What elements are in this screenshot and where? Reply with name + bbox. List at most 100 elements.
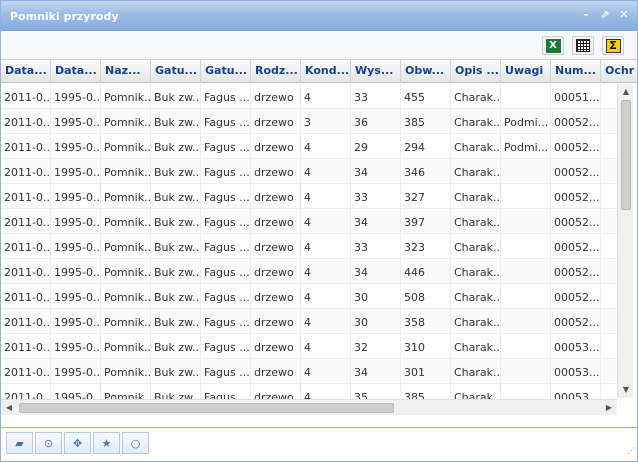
table-cell: Fagus ... (201, 184, 251, 208)
table-cell: Podmi... (501, 109, 551, 133)
column-header[interactable]: Wys... (351, 60, 401, 83)
minimize-icon[interactable]: – (579, 8, 593, 22)
column-header[interactable]: Ochr (601, 60, 637, 83)
table-cell: 323 (401, 234, 451, 258)
horizontal-scroll-thumb[interactable] (19, 403, 394, 413)
grid-body: 2011-0... 1995-0... Pomnik... Buk zw... Fagu… (1, 84, 617, 399)
columns-button[interactable] (572, 36, 594, 55)
table-cell: 1995-0... (51, 134, 101, 158)
table-cell: 2011-0... (1, 259, 51, 283)
scroll-down-icon[interactable]: ▼ (621, 385, 631, 395)
table-cell: Buk zw (151, 384, 201, 399)
window-controls: – ⇗ ✕ (579, 8, 631, 22)
horizontal-scrollbar[interactable]: ◀ ▶ (1, 399, 617, 415)
table-cell: Buk zw... (151, 234, 201, 258)
table-row[interactable]: 2011-0... 1995-0... Pomnik... Buk zw... Fagu… (1, 134, 617, 159)
circle-button[interactable]: ○ (122, 432, 149, 454)
column-header[interactable]: Kond... (301, 60, 351, 83)
table-cell: 34 (351, 209, 401, 233)
scroll-right-icon[interactable]: ▶ (604, 403, 614, 413)
popout-icon[interactable]: ⇗ (598, 8, 612, 22)
table-cell: 00053... (551, 359, 601, 383)
table-cell: drzewo (251, 384, 301, 399)
table-row[interactable]: 2011-0... 1995-0... Pomnik... Buk zw... Fagu… (1, 309, 617, 334)
open-folder-button[interactable]: ▰ (6, 432, 33, 454)
table-cell: 00051... (551, 84, 601, 108)
table-cell: 4 (301, 309, 351, 333)
table-cell: 301 (401, 359, 451, 383)
table-cell: Fagus ... (201, 84, 251, 108)
table-cell: Charak... (451, 209, 501, 233)
table-row[interactable]: 2011-0 1995-0 Pomnik Buk zw Fagus drzewo 4 35 38… (1, 384, 617, 399)
table-row[interactable]: 2011-0... 1995-0... Pomnik... Buk zw... Fagu… (1, 84, 617, 109)
summary-button[interactable]: Σ (602, 36, 624, 55)
table-cell: 3 (301, 109, 351, 133)
column-header[interactable]: Opis ... (451, 60, 501, 83)
column-header[interactable]: Gatu... (201, 60, 251, 83)
table-cell: Pomnik... (101, 259, 151, 283)
scroll-up-icon[interactable]: ▲ (621, 87, 631, 97)
move-button[interactable]: ✥ (64, 432, 91, 454)
vertical-scrollbar[interactable]: ▲ ▼ (617, 84, 633, 398)
table-cell: 1995-0... (51, 84, 101, 108)
table-cell: Charak... (451, 84, 501, 108)
resize-handle-icon[interactable]: ⋰ (627, 447, 635, 455)
column-header[interactable]: Rodz... (251, 60, 301, 83)
titlebar[interactable]: Pomniki przyrody – ⇗ ✕ (1, 1, 637, 31)
vertical-scroll-thumb[interactable] (621, 100, 631, 210)
export-excel-button[interactable]: X (542, 36, 564, 55)
column-header[interactable]: Num... (551, 60, 601, 83)
column-header[interactable]: Gatu... (151, 60, 201, 83)
table-cell (601, 284, 617, 308)
column-header[interactable]: Data... (51, 60, 101, 83)
table-cell: 2011-0... (1, 234, 51, 258)
table-cell: Pomnik... (101, 209, 151, 233)
scroll-left-icon[interactable]: ◀ (4, 403, 14, 413)
table-cell: 4 (301, 234, 351, 258)
table-row[interactable]: 2011-0... 1995-0... Pomnik... Buk zw... Fagu… (1, 284, 617, 309)
table-cell: 1995-0... (51, 334, 101, 358)
table-cell: Charak... (451, 184, 501, 208)
table-cell: drzewo (251, 259, 301, 283)
table-cell: 2011-0... (1, 84, 51, 108)
table-cell: 34 (351, 359, 401, 383)
table-cell: Charak... (451, 134, 501, 158)
table-row[interactable]: 2011-0... 1995-0... Pomnik... Buk zw... Fagu… (1, 184, 617, 209)
table-cell: 2011-0... (1, 134, 51, 158)
table-cell: 36 (351, 109, 401, 133)
column-header[interactable]: Uwagi (501, 60, 551, 83)
magnifier-icon: ⊙ (43, 436, 54, 450)
close-icon[interactable]: ✕ (617, 8, 631, 22)
table-row[interactable]: 2011-0... 1995-0... Pomnik... Buk zw... Fagu… (1, 359, 617, 384)
table-cell: 1995-0... (51, 184, 101, 208)
table-cell: 397 (401, 209, 451, 233)
table-cell (601, 84, 617, 108)
table-cell: 2011-0... (1, 359, 51, 383)
column-header[interactable]: Obw... (401, 60, 451, 83)
favorite-button[interactable]: ★ (93, 432, 120, 454)
zoom-button[interactable]: ⊙ (35, 432, 62, 454)
table-cell (601, 234, 617, 258)
table-row[interactable]: 2011-0... 1995-0... Pomnik... Buk zw... Fagu… (1, 234, 617, 259)
table-cell: 446 (401, 259, 451, 283)
table-row[interactable]: 2011-0... 1995-0... Pomnik... Buk zw... Fagu… (1, 109, 617, 134)
table-cell: Buk zw... (151, 259, 201, 283)
column-header[interactable]: Data... (1, 60, 51, 83)
table-cell (601, 259, 617, 283)
table-row[interactable]: 2011-0... 1995-0... Pomnik... Buk zw... Fagu… (1, 159, 617, 184)
table-cell: 1995-0... (51, 109, 101, 133)
table-cell: 4 (301, 334, 351, 358)
column-header[interactable]: Naz... (101, 60, 151, 83)
table-cell (601, 359, 617, 383)
table-cell: 2011-0... (1, 209, 51, 233)
table-row[interactable]: 2011-0... 1995-0... Pomnik... Buk zw... Fagu… (1, 209, 617, 234)
table-cell: Buk zw... (151, 184, 201, 208)
table-cell: Fagus ... (201, 309, 251, 333)
grid-header: Data... Data... Naz... Gatu... Gatu... Rodz..… (1, 59, 637, 83)
table-cell (601, 184, 617, 208)
table-row[interactable]: 2011-0... 1995-0... Pomnik... Buk zw... Fagu… (1, 334, 617, 359)
table-row[interactable]: 2011-0... 1995-0... Pomnik... Buk zw... Fagu… (1, 259, 617, 284)
table-cell: 00052... (551, 134, 601, 158)
table-cell: Fagus ... (201, 209, 251, 233)
table-cell: Charak... (451, 159, 501, 183)
